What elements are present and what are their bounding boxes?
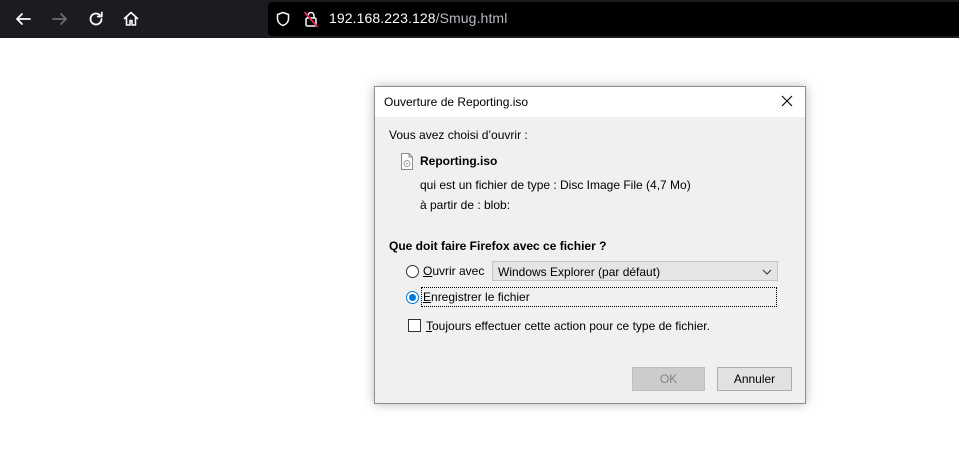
intro-text: Vous avez choisi d’ouvrir : <box>389 128 528 142</box>
back-button[interactable] <box>8 4 38 34</box>
home-button[interactable] <box>116 4 146 34</box>
save-file-label-rest: nregistrer le fichier <box>431 290 530 304</box>
save-file-accesskey: E <box>423 290 432 304</box>
chevron-down-icon <box>761 266 773 278</box>
always-checkbox[interactable] <box>408 319 421 332</box>
download-dialog: Ouverture de Reporting.iso Vous avez cho… <box>374 86 806 404</box>
file-icon <box>400 153 414 170</box>
type-value: Disc Image File (4,7 Mo) <box>560 178 691 192</box>
question-heading: Que doit faire Firefox avec ce fichier ? <box>389 239 607 253</box>
save-file-label[interactable]: Enregistrer le fichier <box>423 290 530 304</box>
cancel-button[interactable]: Annuler <box>717 367 792 391</box>
shield-icon[interactable] <box>274 10 292 28</box>
ok-button[interactable]: OK <box>632 367 705 391</box>
home-icon <box>122 10 140 28</box>
url-bar[interactable]: 192.168.223.128/Smug.html <box>268 2 959 36</box>
always-label-rest: oujours effectuer cette action pour ce t… <box>432 319 710 333</box>
close-button[interactable] <box>769 87 805 117</box>
forward-arrow-icon <box>51 10 69 28</box>
open-with-label[interactable]: Ouvrir avec <box>423 264 484 278</box>
source-value: blob: <box>484 198 511 212</box>
insecure-lock-icon[interactable] <box>302 10 320 28</box>
browser-toolbar: 192.168.223.128/Smug.html <box>0 0 959 38</box>
always-label[interactable]: Toujours effectuer cette action pour ce … <box>426 319 710 333</box>
save-file-radio[interactable] <box>406 291 419 304</box>
close-icon <box>781 95 793 110</box>
file-name: Reporting.iso <box>420 154 498 168</box>
back-arrow-icon <box>14 10 32 28</box>
reload-icon <box>87 10 105 28</box>
url-text: 192.168.223.128/Smug.html <box>329 10 507 26</box>
reload-button[interactable] <box>81 4 111 34</box>
url-host: 192.168.223.128 <box>329 10 436 26</box>
application-select[interactable]: Windows Explorer (par défaut) <box>492 261 778 281</box>
open-with-radio[interactable] <box>406 265 419 278</box>
open-with-label-rest: uvrir avec <box>432 264 485 278</box>
application-select-value: Windows Explorer (par défaut) <box>498 265 661 279</box>
open-with-accesskey: O <box>423 264 433 278</box>
source-label: à partir de : <box>420 198 481 212</box>
forward-button[interactable] <box>45 4 75 34</box>
type-label: qui est un fichier de type : <box>420 178 557 192</box>
url-path: /Smug.html <box>435 10 508 26</box>
dialog-titlebar: Ouverture de Reporting.iso <box>375 87 805 117</box>
dialog-title: Ouverture de Reporting.iso <box>384 95 529 109</box>
